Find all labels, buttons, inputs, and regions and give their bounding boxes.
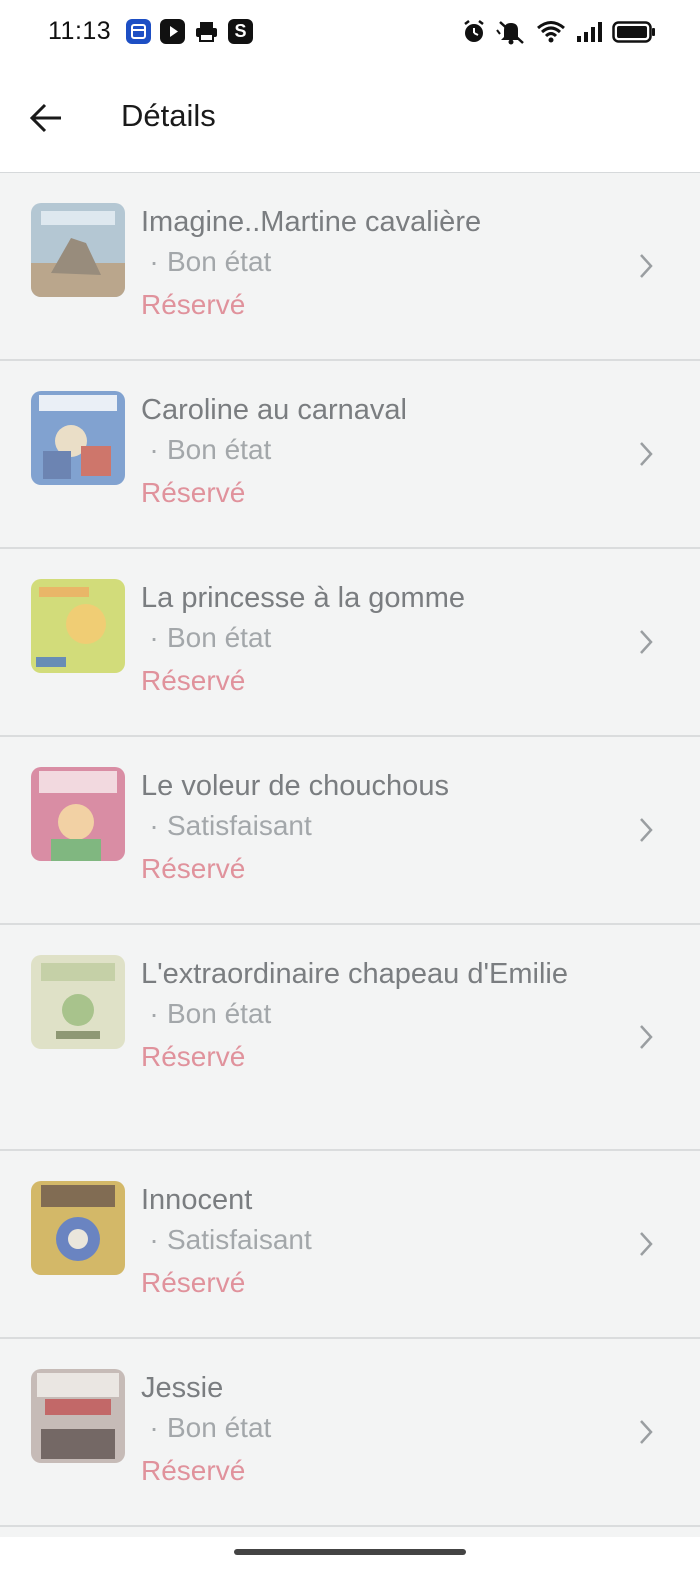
chevron-right-icon: [640, 254, 653, 278]
chevron-right-icon: [640, 1232, 653, 1256]
list-item[interactable]: Caroline au carnaval · Bon état Réservé: [0, 361, 700, 549]
home-indicator[interactable]: [234, 1549, 466, 1555]
book-title: L'extraordinaire chapeau d'Emilie: [141, 958, 568, 990]
wifi-icon: [537, 21, 565, 43]
mute-icon: [496, 21, 524, 45]
navigation-bar: [0, 1537, 700, 1570]
list-item[interactable]: Le voleur de chouchous · Satisfaisant Rés…: [0, 737, 700, 925]
status-badge: Réservé: [141, 665, 246, 696]
book-condition: · Bon état: [149, 1412, 272, 1443]
book-title: La princesse à la gomme: [141, 582, 465, 614]
chevron-right-icon: [640, 1025, 653, 1049]
calendar-app-icon: [126, 19, 151, 44]
printer-icon: [194, 19, 219, 44]
system-icons: [462, 16, 656, 48]
status-time: 11:13: [48, 17, 112, 45]
book-title: Le voleur de chouchous: [141, 770, 449, 802]
book-title: Jessie: [141, 1372, 224, 1404]
chevron-right-icon: [640, 1420, 653, 1444]
book-cover-thumbnail: [31, 391, 125, 485]
chevron-right-icon: [640, 630, 653, 654]
arrow-left-icon: [29, 103, 61, 133]
reservation-list: Imagine..Martine cavalière · Bon état Rés…: [0, 173, 700, 1537]
book-cover-thumbnail: [31, 955, 125, 1049]
book-condition: · Bon état: [149, 998, 272, 1029]
book-cover-thumbnail: [31, 767, 125, 861]
list-item[interactable]: Innocent · Satisfaisant Réservé: [0, 1151, 700, 1339]
book-title: Innocent: [141, 1184, 253, 1216]
list-item[interactable]: Jessie · Bon état Réservé: [0, 1339, 700, 1527]
signal-icon: [577, 22, 602, 42]
book-condition: · Bon état: [149, 246, 272, 277]
list-item[interactable]: L'extraordinaire chapeau d'Emilie · Bon é…: [0, 925, 700, 1151]
status-badge: Réservé: [141, 1041, 246, 1072]
book-condition: · Satisfaisant: [149, 1224, 312, 1255]
status-badge: Réservé: [141, 1455, 246, 1486]
chevron-right-icon: [640, 442, 653, 466]
battery-icon: [612, 21, 655, 43]
s-app-icon: S: [228, 19, 253, 44]
book-title: Imagine..Martine cavalière: [141, 206, 482, 238]
book-condition: · Bon état: [149, 434, 272, 465]
back-button[interactable]: [24, 96, 68, 140]
alarm-icon: [464, 20, 484, 42]
youtube-icon: [160, 19, 185, 44]
book-title: Caroline au carnaval: [141, 394, 407, 426]
app-header: Détails: [0, 64, 700, 173]
status-bar: 11:13 S: [0, 0, 700, 64]
book-condition: · Bon état: [149, 622, 272, 653]
list-item[interactable]: Imagine..Martine cavalière · Bon état Rés…: [0, 173, 700, 361]
book-cover-thumbnail: [31, 1181, 125, 1275]
status-badge: Réservé: [141, 1267, 246, 1298]
status-badge: Réservé: [141, 477, 246, 508]
chevron-right-icon: [640, 818, 653, 842]
book-cover-thumbnail: [31, 579, 125, 673]
book-cover-thumbnail: [31, 1369, 125, 1463]
list-item[interactable]: La princesse à la gomme · Bon état Réserv…: [0, 549, 700, 737]
status-badge: Réservé: [141, 289, 246, 320]
status-badge: Réservé: [141, 853, 246, 884]
book-condition: · Satisfaisant: [149, 810, 312, 841]
page-title: Détails: [121, 98, 216, 133]
book-cover-thumbnail: [31, 203, 125, 297]
